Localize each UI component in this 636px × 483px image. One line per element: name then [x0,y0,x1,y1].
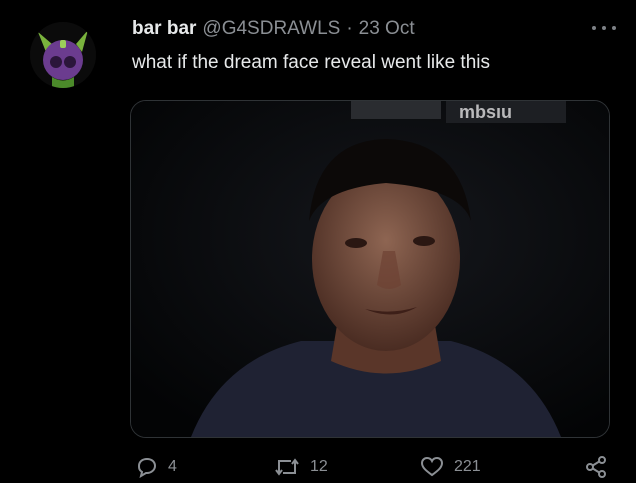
tweet-header: bar bar @G4SDRAWLS · 23 Oct [132,16,616,42]
share-icon [586,456,606,478]
like-button[interactable]: 221 [420,452,481,482]
tweet-date[interactable]: 23 Oct [359,18,415,40]
media-image: mbsıu [131,101,609,437]
separator-dot: · [346,18,353,39]
tweet-text: what if the dream face reveal went like … [132,52,491,73]
media-overlay-text: mbsıu [459,102,512,122]
more-icon[interactable] [592,18,616,38]
tweet-actions: 4 12 221 [0,452,636,482]
like-icon [420,456,444,477]
retweet-count: 12 [310,458,328,475]
tweet-media[interactable]: mbsıu [130,100,610,438]
share-button[interactable] [584,452,608,482]
retweet-icon [275,458,299,476]
avatar-image [30,22,96,88]
like-count: 221 [454,458,481,475]
display-name[interactable]: bar bar [132,18,196,40]
avatar[interactable] [30,22,96,88]
reply-icon [137,457,157,478]
retweet-button[interactable]: 12 [274,452,328,482]
reply-count: 4 [168,458,177,475]
user-handle[interactable]: @G4SDRAWLS [202,18,340,40]
reply-button[interactable]: 4 [136,452,177,482]
